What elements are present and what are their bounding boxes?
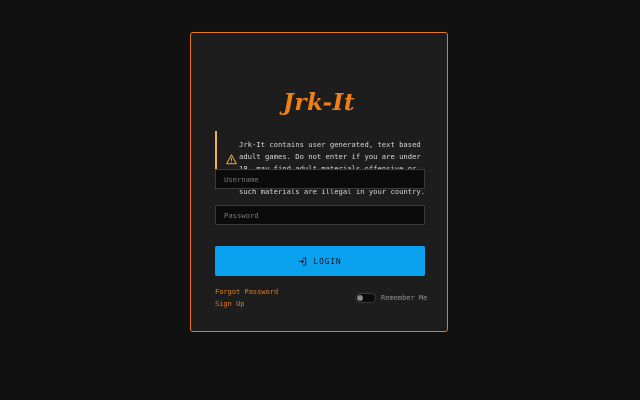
sign-in-icon [299,257,307,265]
login-button-label: LOGIN [313,256,342,266]
remember-me-toggle[interactable] [355,293,376,303]
forgot-password-link[interactable]: Forgot Password [215,288,278,296]
password-input[interactable] [215,205,425,225]
remember-me: Remember Me [355,291,427,305]
remember-me-label: Remember Me [381,294,428,302]
username-input[interactable] [215,169,425,189]
login-button[interactable]: LOGIN [215,246,425,276]
warning-triangle-icon [226,154,237,165]
app-logo: Jrk-It [283,89,355,116]
toggle-knob [357,295,363,301]
login-card: Jrk-It Jrk-It contains user generated, t… [190,32,448,332]
sign-up-link[interactable]: Sign Up [215,300,245,308]
